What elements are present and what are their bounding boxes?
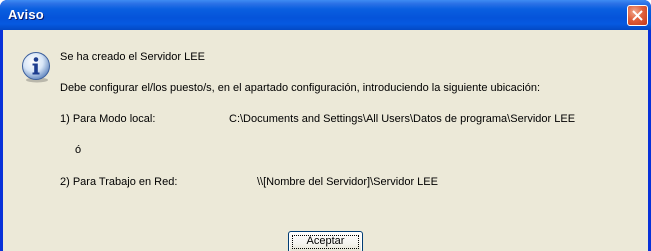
- close-icon: [632, 10, 643, 21]
- accept-button-label: Aceptar: [306, 235, 345, 247]
- dialog-body: Se ha creado el Servidor LEE Debe config…: [3, 30, 648, 251]
- accept-button[interactable]: Aceptar: [288, 231, 363, 251]
- option-2-path: \\[Nombre del Servidor]\Servidor LEE: [257, 176, 438, 188]
- message-line-1: Se ha creado el Servidor LEE: [60, 51, 205, 63]
- option-1-label: 1) Para Modo local:: [60, 113, 156, 125]
- or-text: ó: [75, 144, 82, 156]
- message-line-2: Debe configurar el/los puesto/s, en el a…: [60, 82, 541, 94]
- option-2-label: 2) Para Trabajo en Red:: [60, 176, 178, 188]
- option-1-path: C:\Documents and Settings\All Users\Dato…: [229, 113, 576, 125]
- information-icon: [22, 52, 50, 83]
- dialog-window: Aviso Se ha creado el Servidor LEE Debe: [0, 0, 651, 251]
- window-title: Aviso: [8, 7, 44, 22]
- close-button[interactable]: [627, 5, 648, 26]
- title-bar[interactable]: Aviso: [0, 0, 651, 30]
